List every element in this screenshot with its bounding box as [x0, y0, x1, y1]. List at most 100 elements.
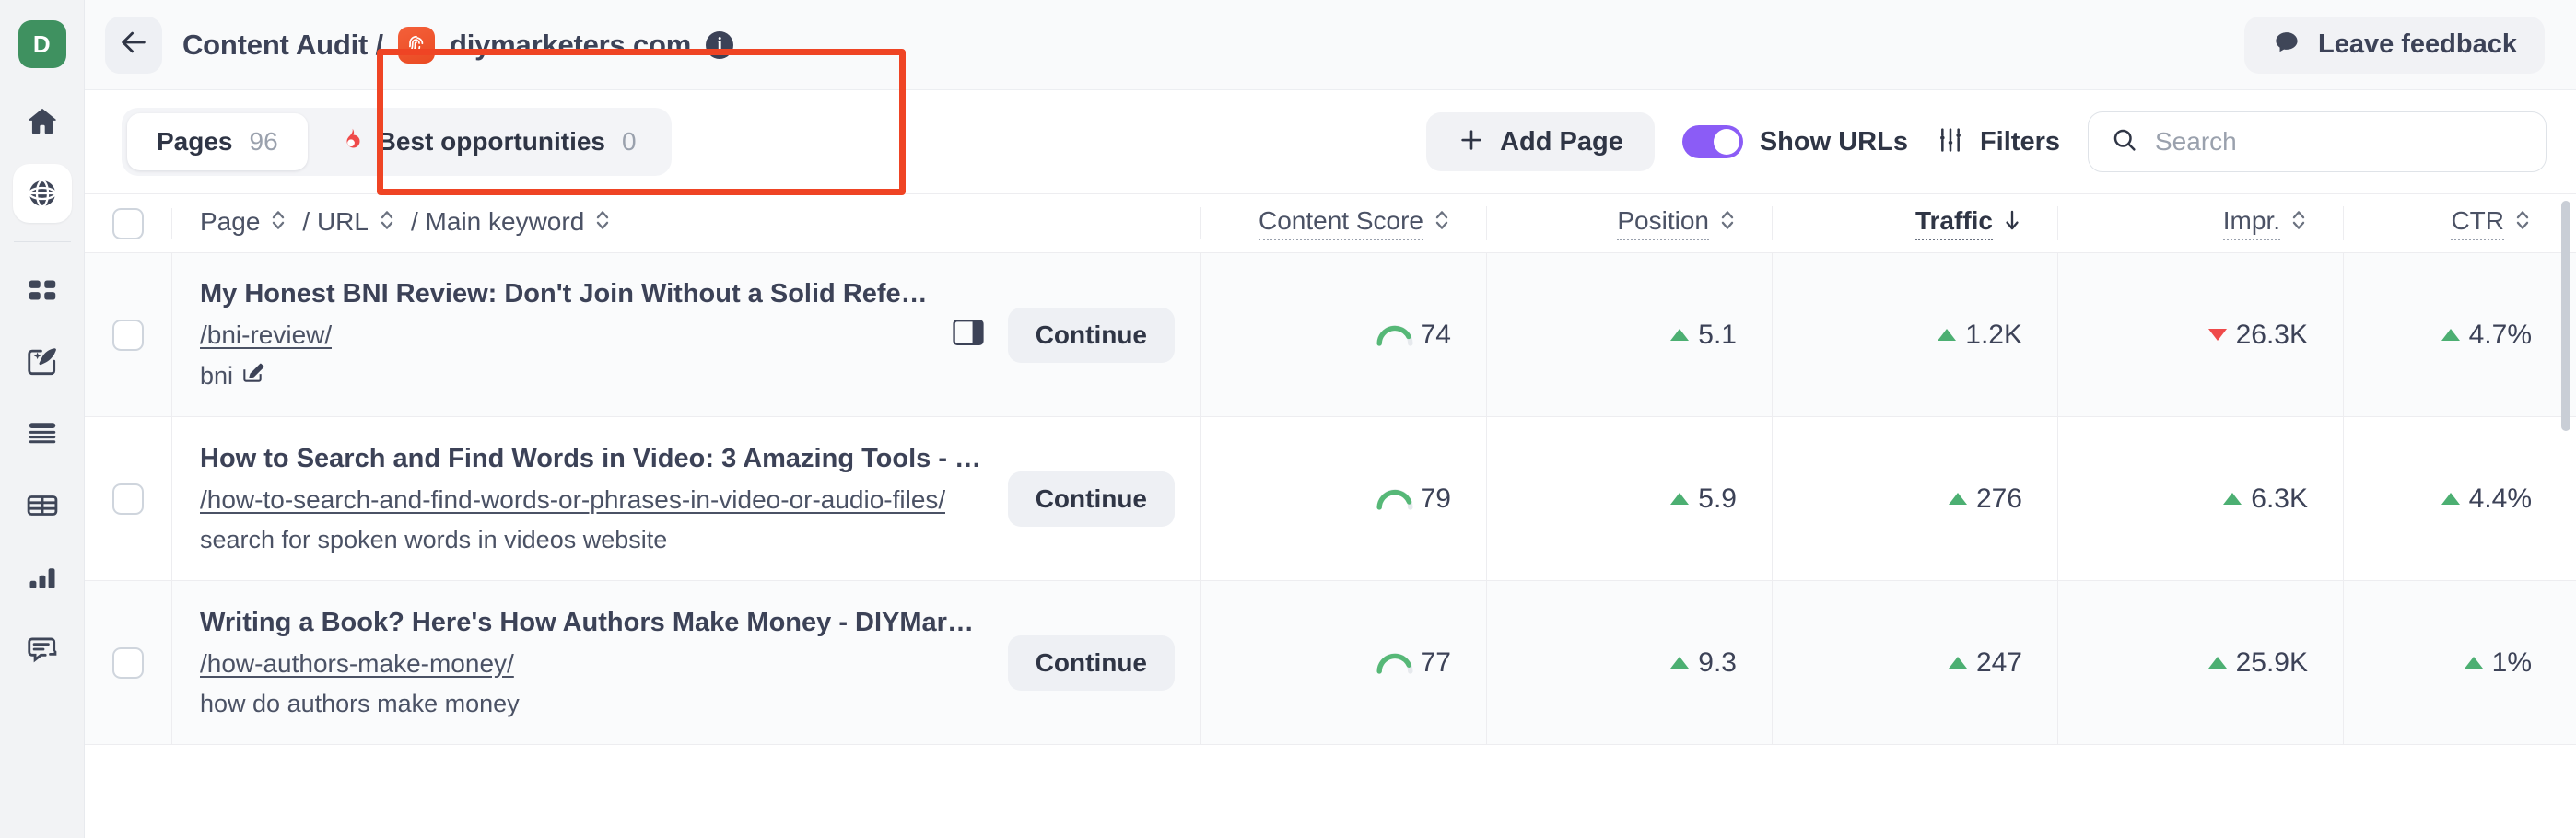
row-checkbox[interactable]: [112, 483, 144, 515]
site-name[interactable]: diymarketers.com: [450, 29, 691, 62]
row-checkbox[interactable]: [112, 647, 144, 679]
column-header-ctr[interactable]: CTR: [2451, 206, 2532, 240]
tab-pages[interactable]: Pages 96: [127, 113, 308, 170]
column-header-position[interactable]: Position: [1617, 206, 1737, 240]
trend-down-icon: [2208, 329, 2227, 341]
search-box[interactable]: [2088, 111, 2547, 172]
row-position-cell: 9.3: [1487, 581, 1773, 744]
position-value: 5.1: [1698, 320, 1737, 351]
leave-feedback-button[interactable]: Leave feedback: [2244, 17, 2545, 74]
trend-up-icon: [1949, 493, 1967, 505]
position-metric: 9.3: [1670, 647, 1737, 679]
traffic-metric: 247: [1949, 647, 2022, 679]
select-all-cell[interactable]: [85, 208, 172, 239]
content-score-value: 74: [1421, 320, 1451, 351]
header-ctr-cell: CTR: [2344, 206, 2576, 240]
scrollbar-thumb[interactable]: [2561, 201, 2570, 431]
column-header-traffic[interactable]: Traffic: [1915, 206, 2022, 240]
page-keyword[interactable]: how do authors make money: [200, 690, 984, 718]
trend-up-icon: [1949, 657, 1967, 669]
avatar[interactable]: D: [18, 20, 66, 68]
sort-icon: [2289, 208, 2308, 239]
table-row[interactable]: My Honest BNI Review: Don't Join Without…: [85, 252, 2576, 416]
content-score-value: 79: [1421, 483, 1451, 515]
column-header-url[interactable]: / URL: [302, 207, 396, 239]
impressions-value: 26.3K: [2236, 320, 2308, 351]
sidebar-item-site-explorer[interactable]: [13, 164, 72, 223]
breadcrumb-section[interactable]: Content Audit /: [182, 29, 383, 62]
show-urls-toggle-group[interactable]: Show URLs: [1682, 125, 1908, 158]
column-header-main-keyword[interactable]: / Main keyword: [411, 207, 612, 239]
table-row[interactable]: How to Search and Find Words in Video: 3…: [85, 416, 2576, 580]
add-page-button[interactable]: Add Page: [1426, 112, 1655, 171]
sidebar-item-content[interactable]: [13, 404, 72, 463]
header-page-cell: Page / URL: [172, 207, 1201, 239]
page-title[interactable]: Writing a Book? Here's How Authors Make …: [200, 608, 984, 638]
tab-best-opportunities-label: Best opportunities: [378, 127, 605, 157]
info-icon[interactable]: i: [706, 31, 733, 59]
row-select-cell[interactable]: [85, 253, 172, 416]
header-impressions-cell: Impr.: [2058, 206, 2344, 240]
page-url[interactable]: /how-to-search-and-find-words-or-phrases…: [200, 485, 945, 515]
page-url[interactable]: /bni-review/: [200, 320, 332, 350]
page-title[interactable]: How to Search and Find Words in Video: 3…: [200, 444, 984, 474]
ctr-value: 4.4%: [2469, 483, 2532, 515]
row-content-score-cell: 74: [1201, 253, 1487, 416]
impressions-metric: 25.9K: [2208, 647, 2308, 679]
continue-button[interactable]: Continue: [1008, 635, 1175, 691]
page-keyword[interactable]: search for spoken words in videos websit…: [200, 526, 984, 554]
row-checkbox[interactable]: [112, 320, 144, 351]
page-keyword[interactable]: bni: [200, 361, 929, 391]
select-all-checkbox[interactable]: [112, 208, 144, 239]
row-content-score-cell: 79: [1201, 417, 1487, 580]
position-value: 9.3: [1698, 647, 1737, 679]
back-button[interactable]: [105, 17, 162, 74]
table-row[interactable]: [85, 744, 2576, 781]
score-gauge-icon: [1375, 316, 1415, 355]
bar-chart-icon: [26, 561, 59, 594]
sidebar-item-home[interactable]: [13, 92, 72, 151]
page-title[interactable]: My Honest BNI Review: Don't Join Without…: [200, 279, 929, 309]
score-gauge-icon: [1375, 644, 1415, 682]
sidebar-panel-icon[interactable]: [953, 319, 984, 351]
page-url[interactable]: /how-authors-make-money/: [200, 649, 514, 679]
sidebar-item-keywords[interactable]: [13, 476, 72, 535]
position-value: 5.9: [1698, 483, 1737, 515]
tab-best-opportunities-count: 0: [622, 127, 637, 157]
row-ctr-cell: 4.7%: [2344, 253, 2576, 416]
continue-button[interactable]: Continue: [1008, 471, 1175, 527]
row-page-cell: How to Search and Find Words in Video: 3…: [172, 417, 1201, 580]
impressions-metric: 6.3K: [2223, 483, 2308, 515]
column-header-content-score[interactable]: Content Score: [1259, 206, 1451, 240]
filters-icon: [1936, 125, 1965, 159]
column-header-page[interactable]: Page: [200, 207, 287, 239]
sidebar-item-reports[interactable]: [13, 548, 72, 607]
chat-bubble-icon: [2272, 28, 2301, 62]
filters-button[interactable]: Filters: [1936, 125, 2060, 159]
tab-best-opportunities[interactable]: Best opportunities 0: [308, 113, 666, 170]
sort-icon: [1718, 208, 1737, 239]
row-select-cell[interactable]: [85, 581, 172, 744]
search-input[interactable]: [2155, 127, 2523, 157]
ai-write-icon: [25, 344, 60, 379]
continue-button[interactable]: Continue: [1008, 308, 1175, 363]
edit-icon[interactable]: [240, 361, 264, 391]
content-score-value: 77: [1421, 647, 1451, 679]
sidebar-item-ai-writer[interactable]: [13, 332, 72, 391]
show-urls-toggle[interactable]: [1682, 125, 1743, 158]
sidebar-item-dashboard[interactable]: [13, 261, 72, 320]
row-page-cell: Writing a Book? Here's How Authors Make …: [172, 581, 1201, 744]
column-header-impressions[interactable]: Impr.: [2223, 206, 2308, 240]
table-row[interactable]: Writing a Book? Here's How Authors Make …: [85, 580, 2576, 744]
row-impressions-cell: 25.9K: [2058, 581, 2344, 744]
left-nav-rail: D: [0, 0, 85, 838]
trend-up-icon: [2465, 657, 2483, 669]
impressions-value: 25.9K: [2236, 647, 2308, 679]
toggle-knob: [1714, 129, 1739, 155]
vertical-scrollbar[interactable]: [2561, 193, 2570, 838]
sidebar-item-notes[interactable]: [13, 620, 72, 679]
sort-icon: [593, 208, 612, 239]
header-traffic-cell: Traffic: [1773, 206, 2058, 240]
search-icon: [2111, 126, 2138, 158]
row-select-cell[interactable]: [85, 417, 172, 580]
